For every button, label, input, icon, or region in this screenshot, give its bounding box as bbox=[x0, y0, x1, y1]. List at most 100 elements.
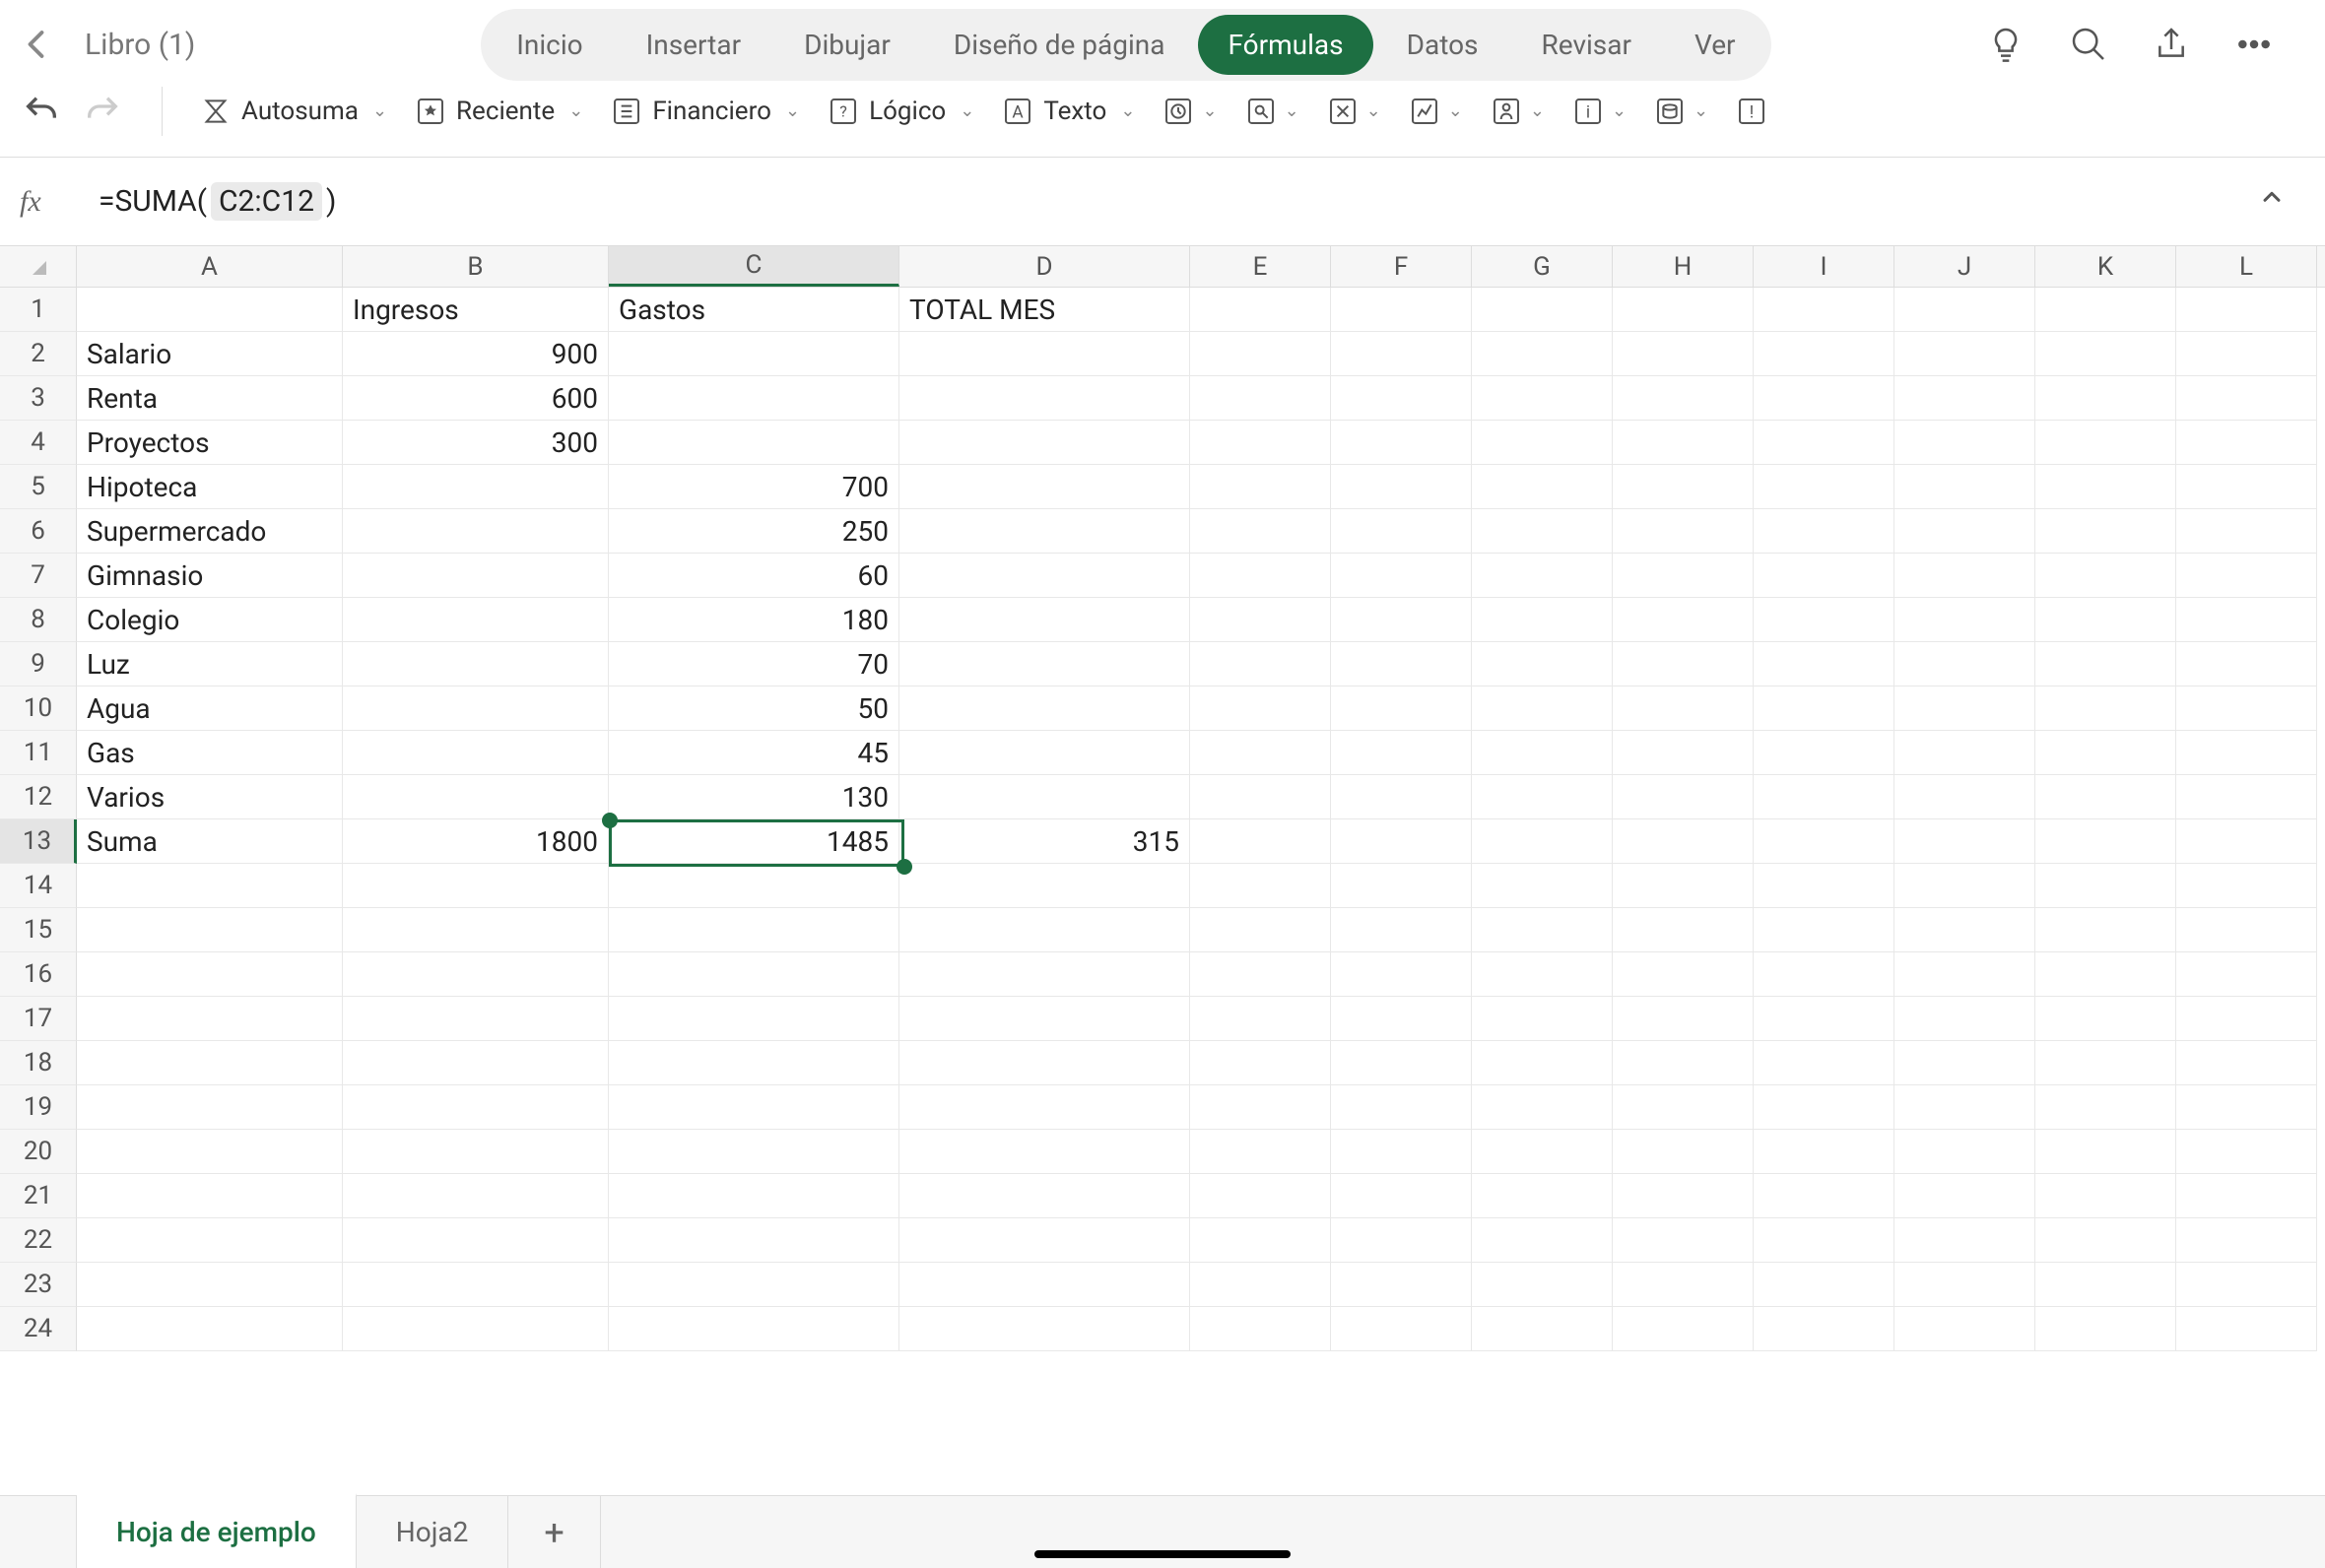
cell-F6[interactable] bbox=[1331, 509, 1472, 554]
cell-H12[interactable] bbox=[1613, 775, 1754, 819]
cell-H7[interactable] bbox=[1613, 554, 1754, 598]
cell-F11[interactable] bbox=[1331, 731, 1472, 775]
cell-A7[interactable]: Gimnasio bbox=[77, 554, 343, 598]
cell-E19[interactable] bbox=[1190, 1085, 1331, 1130]
cell-C20[interactable] bbox=[609, 1130, 899, 1174]
cell-F18[interactable] bbox=[1331, 1041, 1472, 1085]
cell-K8[interactable] bbox=[2035, 598, 2176, 642]
row-header-4[interactable]: 4 bbox=[0, 421, 77, 465]
cell-B7[interactable] bbox=[343, 554, 609, 598]
cell-L22[interactable] bbox=[2176, 1218, 2317, 1263]
row-header-13[interactable]: 13 bbox=[0, 819, 77, 864]
cell-K16[interactable] bbox=[2035, 952, 2176, 997]
cell-D5[interactable] bbox=[899, 465, 1190, 509]
cell-H14[interactable] bbox=[1613, 864, 1754, 908]
cell-D21[interactable] bbox=[899, 1174, 1190, 1218]
cell-A5[interactable]: Hipoteca bbox=[77, 465, 343, 509]
cell-L4[interactable] bbox=[2176, 421, 2317, 465]
cell-K19[interactable] bbox=[2035, 1085, 2176, 1130]
cell-D22[interactable] bbox=[899, 1218, 1190, 1263]
cell-D15[interactable] bbox=[899, 908, 1190, 952]
cell-E17[interactable] bbox=[1190, 997, 1331, 1041]
cell-K15[interactable] bbox=[2035, 908, 2176, 952]
cell-E5[interactable] bbox=[1190, 465, 1331, 509]
cell-A23[interactable] bbox=[77, 1263, 343, 1307]
cell-J8[interactable] bbox=[1894, 598, 2035, 642]
cell-K21[interactable] bbox=[2035, 1174, 2176, 1218]
tab-insertar[interactable]: Insertar bbox=[617, 15, 770, 75]
cell-L17[interactable] bbox=[2176, 997, 2317, 1041]
row-header-6[interactable]: 6 bbox=[0, 509, 77, 554]
select-all-corner[interactable] bbox=[0, 246, 77, 287]
cell-F3[interactable] bbox=[1331, 376, 1472, 421]
fx-label[interactable]: fx bbox=[20, 185, 69, 219]
cell-K9[interactable] bbox=[2035, 642, 2176, 686]
cell-L14[interactable] bbox=[2176, 864, 2317, 908]
cell-H24[interactable] bbox=[1613, 1307, 1754, 1351]
cell-F9[interactable] bbox=[1331, 642, 1472, 686]
cell-F7[interactable] bbox=[1331, 554, 1472, 598]
cell-H15[interactable] bbox=[1613, 908, 1754, 952]
cell-G10[interactable] bbox=[1472, 686, 1613, 731]
cell-K10[interactable] bbox=[2035, 686, 2176, 731]
cell-A11[interactable]: Gas bbox=[77, 731, 343, 775]
cell-E15[interactable] bbox=[1190, 908, 1331, 952]
cell-F12[interactable] bbox=[1331, 775, 1472, 819]
row-header-20[interactable]: 20 bbox=[0, 1130, 77, 1174]
row-header-16[interactable]: 16 bbox=[0, 952, 77, 997]
cell-F16[interactable] bbox=[1331, 952, 1472, 997]
cell-J3[interactable] bbox=[1894, 376, 2035, 421]
cell-J24[interactable] bbox=[1894, 1307, 2035, 1351]
row-header-19[interactable]: 19 bbox=[0, 1085, 77, 1130]
cell-F14[interactable] bbox=[1331, 864, 1472, 908]
cell-K6[interactable] bbox=[2035, 509, 2176, 554]
cell-C8[interactable]: 180 bbox=[609, 598, 899, 642]
cell-E22[interactable] bbox=[1190, 1218, 1331, 1263]
cell-G21[interactable] bbox=[1472, 1174, 1613, 1218]
cell-D11[interactable] bbox=[899, 731, 1190, 775]
cell-G19[interactable] bbox=[1472, 1085, 1613, 1130]
cell-I7[interactable] bbox=[1754, 554, 1894, 598]
col-header-E[interactable]: E bbox=[1190, 246, 1331, 287]
more-icon[interactable] bbox=[2232, 23, 2276, 66]
row-header-3[interactable]: 3 bbox=[0, 376, 77, 421]
cell-I10[interactable] bbox=[1754, 686, 1894, 731]
cell-B3[interactable]: 600 bbox=[343, 376, 609, 421]
cell-I3[interactable] bbox=[1754, 376, 1894, 421]
cell-J21[interactable] bbox=[1894, 1174, 2035, 1218]
cell-D17[interactable] bbox=[899, 997, 1190, 1041]
cell-F4[interactable] bbox=[1331, 421, 1472, 465]
cell-B9[interactable] bbox=[343, 642, 609, 686]
cell-F23[interactable] bbox=[1331, 1263, 1472, 1307]
cell-I2[interactable] bbox=[1754, 332, 1894, 376]
cell-B16[interactable] bbox=[343, 952, 609, 997]
cell-B10[interactable] bbox=[343, 686, 609, 731]
col-header-B[interactable]: B bbox=[343, 246, 609, 287]
cell-A19[interactable] bbox=[77, 1085, 343, 1130]
cell-A14[interactable] bbox=[77, 864, 343, 908]
cell-H17[interactable] bbox=[1613, 997, 1754, 1041]
cell-I13[interactable] bbox=[1754, 819, 1894, 864]
cell-L8[interactable] bbox=[2176, 598, 2317, 642]
cell-A4[interactable]: Proyectos bbox=[77, 421, 343, 465]
cell-E24[interactable] bbox=[1190, 1307, 1331, 1351]
cell-B21[interactable] bbox=[343, 1174, 609, 1218]
cell-G8[interactable] bbox=[1472, 598, 1613, 642]
cell-E21[interactable] bbox=[1190, 1174, 1331, 1218]
cell-J15[interactable] bbox=[1894, 908, 2035, 952]
cell-A20[interactable] bbox=[77, 1130, 343, 1174]
cell-L2[interactable] bbox=[2176, 332, 2317, 376]
cell-B22[interactable] bbox=[343, 1218, 609, 1263]
error-check-button[interactable]: ! bbox=[1736, 96, 1767, 127]
financial-button[interactable]: Financiero ⌄ bbox=[611, 96, 800, 127]
cell-E16[interactable] bbox=[1190, 952, 1331, 997]
cell-D7[interactable] bbox=[899, 554, 1190, 598]
cell-D14[interactable] bbox=[899, 864, 1190, 908]
cell-F20[interactable] bbox=[1331, 1130, 1472, 1174]
cell-I22[interactable] bbox=[1754, 1218, 1894, 1263]
row-header-18[interactable]: 18 bbox=[0, 1041, 77, 1085]
cell-H22[interactable] bbox=[1613, 1218, 1754, 1263]
cell-A6[interactable]: Supermercado bbox=[77, 509, 343, 554]
cell-E14[interactable] bbox=[1190, 864, 1331, 908]
cell-D8[interactable] bbox=[899, 598, 1190, 642]
